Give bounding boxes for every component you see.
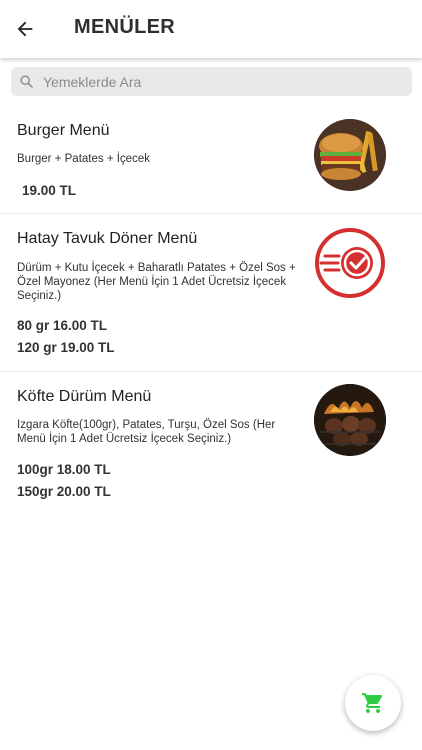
menu-item-price-small: 100gr 18.00 TL: [17, 462, 111, 477]
menu-item-kofte-durum[interactable]: Köfte Dürüm Menü Izgara Köfte(100gr), Pa…: [0, 372, 422, 512]
menu-item-name: Hatay Tavuk Döner Menü: [17, 230, 198, 247]
burger-fries-image: [314, 119, 386, 191]
cart-button[interactable]: [345, 675, 401, 731]
search-input[interactable]: [41, 72, 405, 91]
page-title: MENÜLER: [74, 16, 175, 38]
menu-item-price-large: 150gr 20.00 TL: [17, 484, 111, 499]
menu-item-price-small: 80 gr 16.00 TL: [17, 318, 108, 333]
menu-item-price: 19.00 TL: [22, 183, 77, 198]
menu-list: Burger Menü Burger + Patates + İçecek 19…: [0, 104, 422, 512]
search-icon: [19, 74, 35, 90]
app-bar: MENÜLER: [0, 0, 422, 58]
back-button[interactable]: [10, 14, 40, 44]
fast-delivery-logo: [313, 226, 387, 300]
menu-item-burger[interactable]: Burger Menü Burger + Patates + İçecek 19…: [0, 104, 422, 214]
arrow-left-icon: [17, 21, 33, 37]
menu-item-price-large: 120 gr 19.00 TL: [17, 340, 115, 355]
menu-item-name: Köfte Dürüm Menü: [17, 388, 152, 405]
shopping-cart-icon: [362, 693, 383, 713]
menu-item-description: Izgara Köfte(100gr), Patates, Turşu, Öze…: [17, 419, 276, 445]
menu-item-description: Dürüm + Kutu İçecek + Baharatlı Patates …: [17, 262, 296, 302]
menu-item-name: Burger Menü: [17, 122, 110, 139]
search-bar[interactable]: [11, 67, 412, 96]
menu-item-description: Burger + Patates + İçecek: [17, 153, 150, 165]
grilled-meatballs-image: [314, 384, 386, 456]
menu-item-hatay-tavuk-doner[interactable]: Hatay Tavuk Döner Menü Dürüm + Kutu İçec…: [0, 214, 422, 372]
